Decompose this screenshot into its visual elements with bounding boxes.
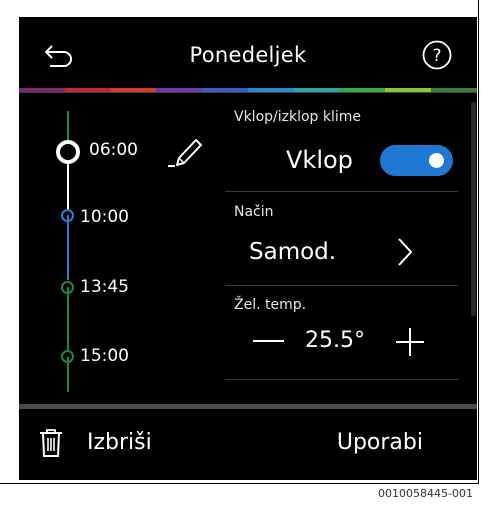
timeline-time[interactable]: 06:00	[89, 140, 138, 160]
trash-icon[interactable]	[39, 428, 63, 458]
footer-divider	[19, 404, 477, 409]
mode-value[interactable]: Samod.	[249, 239, 336, 265]
delete-button[interactable]: Izbriši	[87, 430, 152, 455]
timeline-node-selected[interactable]	[56, 140, 80, 164]
timeline-time[interactable]: 15:00	[80, 346, 129, 366]
timeline-segment	[67, 287, 69, 350]
timeline-node[interactable]	[61, 281, 74, 294]
timeline-node[interactable]	[61, 209, 74, 222]
toggle-knob	[429, 153, 444, 168]
pencil-icon[interactable]	[164, 134, 206, 170]
scrollbar[interactable]	[471, 102, 476, 316]
chevron-right-icon[interactable]	[395, 236, 415, 268]
device-screen: Ponedeljek ? 06:00 10:00 13:45 15:00 Vkl…	[19, 17, 477, 480]
svg-text:?: ?	[432, 46, 441, 66]
mode-label: Način	[234, 204, 274, 220]
apply-button[interactable]: Uporabi	[337, 430, 423, 455]
timeline-time[interactable]: 13:45	[80, 277, 129, 297]
climate-toggle[interactable]	[380, 145, 453, 176]
divider	[225, 379, 458, 380]
divider	[225, 191, 458, 192]
help-icon[interactable]: ?	[419, 37, 455, 73]
temperature-value: 25.5°	[305, 328, 365, 353]
timeline-segment-active	[67, 162, 69, 211]
timeline-node[interactable]	[61, 350, 74, 363]
header-divider	[19, 92, 477, 93]
page-title: Ponedeljek	[189, 43, 307, 67]
minus-icon[interactable]	[252, 329, 285, 353]
climate-value: Vklop	[286, 146, 353, 174]
timeline-time[interactable]: 10:00	[80, 207, 129, 227]
plus-icon[interactable]	[395, 327, 425, 357]
climate-label: Vklop/izklop klime	[234, 109, 362, 125]
divider	[225, 285, 458, 286]
temperature-label: Žel. temp.	[234, 297, 307, 313]
figure-id: 0010058445-001	[378, 487, 473, 500]
timeline-segment	[67, 215, 69, 280]
